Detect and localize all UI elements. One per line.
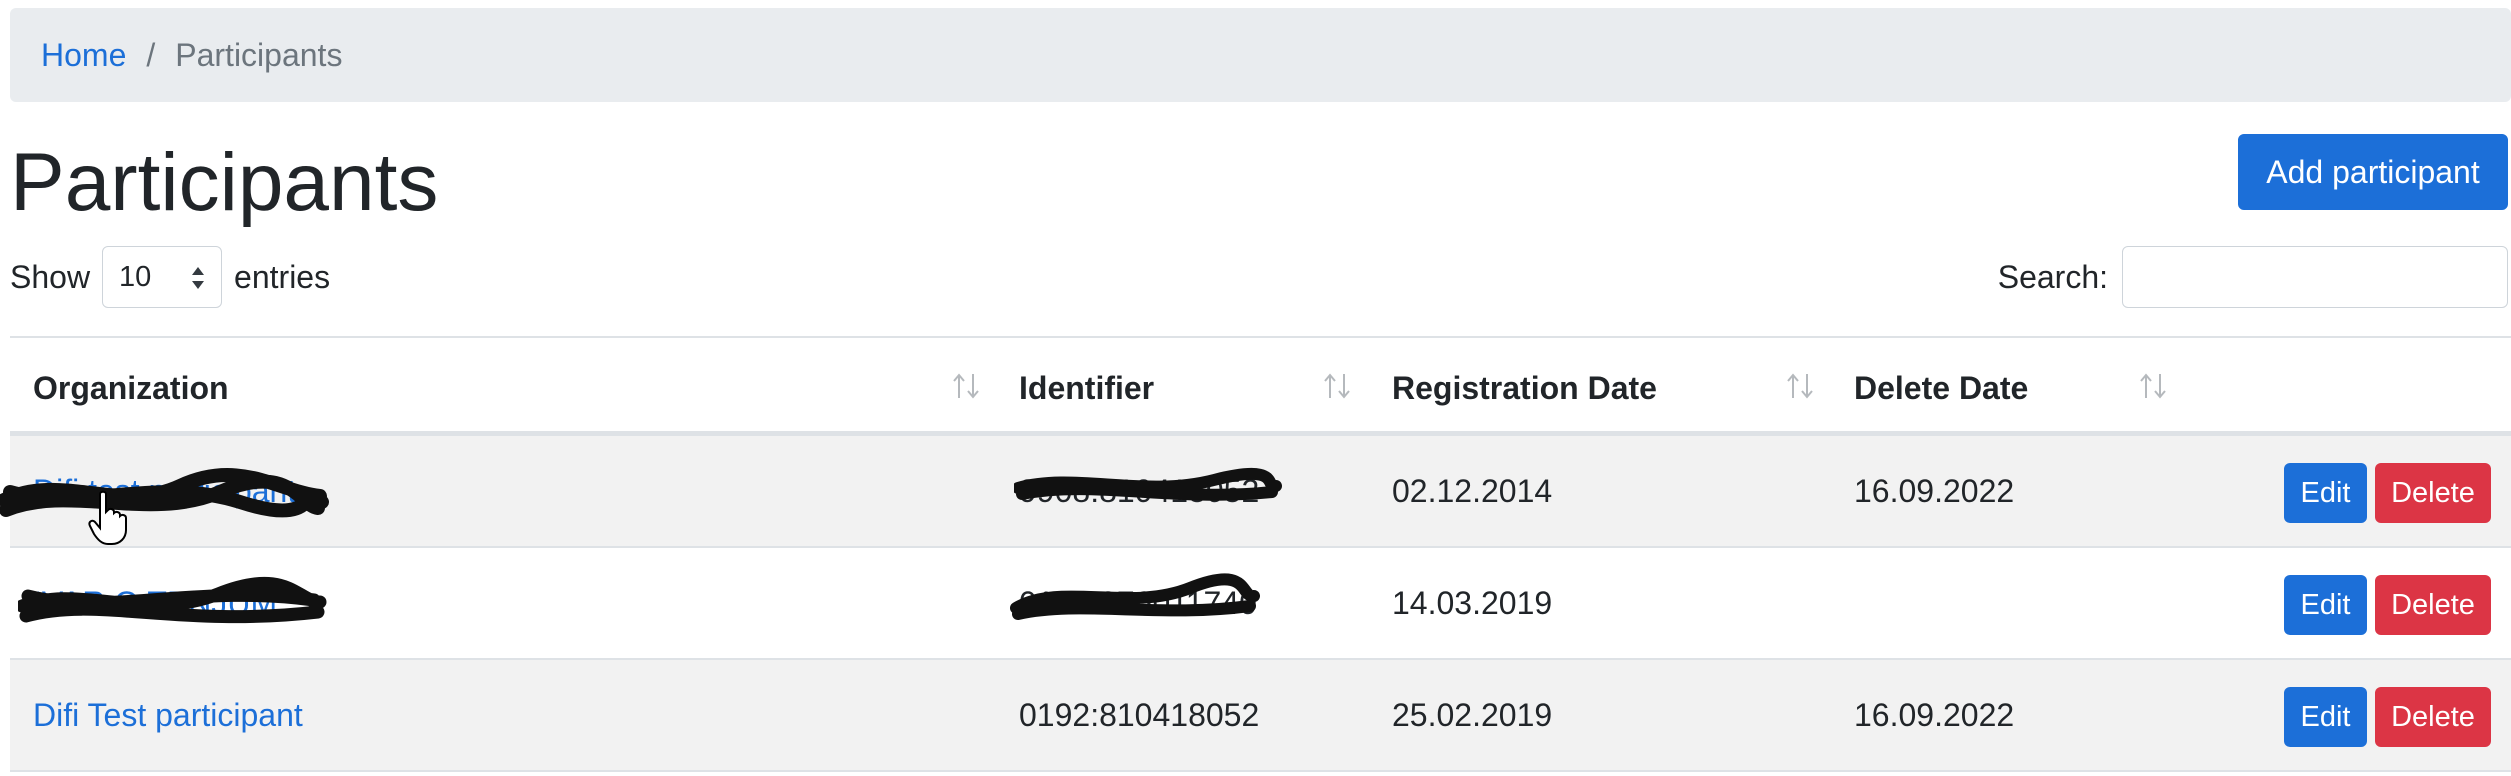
header-identifier[interactable]: Identifier bbox=[1019, 338, 1154, 438]
delete-button[interactable]: Delete bbox=[2375, 463, 2491, 523]
add-participant-button[interactable]: Add participant bbox=[2238, 134, 2508, 210]
registration-date-cell: 25.02.2019 bbox=[1392, 696, 1553, 733]
sort-both-icon[interactable] bbox=[1322, 372, 1352, 400]
header-delete-date[interactable]: Delete Date bbox=[1854, 338, 2028, 438]
registration-date-cell: 14.03.2019 bbox=[1392, 584, 1553, 621]
select-arrows-icon bbox=[192, 267, 205, 289]
table-row: Difi test participant 9908:810418052 02.… bbox=[10, 436, 2511, 548]
entries-select-value: 10 bbox=[119, 260, 152, 293]
organization-cell: Difi Test participant bbox=[33, 660, 303, 770]
sort-both-icon[interactable] bbox=[951, 372, 981, 400]
identifier-cell: 9908:810418052 bbox=[1019, 472, 1260, 509]
edit-button[interactable]: Edit bbox=[2284, 687, 2367, 747]
entries-label: entries bbox=[234, 258, 331, 295]
delete-date-cell: 16.09.2022 bbox=[1854, 472, 2015, 509]
show-label: Show bbox=[10, 258, 91, 295]
registration-date-cell: 02.12.2014 bbox=[1392, 472, 1553, 509]
table-row: IVAR O TENJUM 0192:976011740 14.03.2019 … bbox=[10, 548, 2511, 660]
identifier-cell: 0192:810418052 bbox=[1019, 696, 1260, 733]
organization-link[interactable]: IVAR O TENJUM bbox=[33, 585, 277, 622]
organization-cell: IVAR O TENJUM bbox=[33, 548, 277, 658]
edit-button[interactable]: Edit bbox=[2284, 575, 2367, 635]
edit-button[interactable]: Edit bbox=[2284, 463, 2367, 523]
entries-length-control: Show 10 entries bbox=[10, 246, 330, 308]
delete-date-cell: 16.09.2022 bbox=[1854, 696, 2015, 733]
table-header: Organization Identifier Registration Dat… bbox=[10, 336, 2511, 436]
header-registration-date[interactable]: Registration Date bbox=[1392, 338, 1657, 438]
page-title: Participants bbox=[10, 137, 439, 228]
sort-both-icon[interactable] bbox=[2138, 372, 2168, 400]
search-label: Search: bbox=[1997, 258, 2108, 295]
organization-cell: Difi test participant bbox=[33, 436, 296, 546]
header-organization[interactable]: Organization bbox=[33, 338, 229, 438]
breadcrumb-current: Participants bbox=[175, 36, 343, 73]
delete-button[interactable]: Delete bbox=[2375, 575, 2491, 635]
organization-link[interactable]: Difi test participant bbox=[33, 473, 296, 510]
search-control: Search: bbox=[1998, 246, 2508, 308]
entries-select[interactable]: 10 bbox=[102, 246, 223, 308]
search-input[interactable] bbox=[2122, 246, 2508, 308]
hand-pointer-icon bbox=[88, 490, 127, 545]
delete-button[interactable]: Delete bbox=[2375, 687, 2491, 747]
table-row: Difi Test participant 0192:810418052 25.… bbox=[10, 660, 2511, 772]
identifier-cell: 0192:976011740 bbox=[1019, 584, 1257, 621]
breadcrumb: Home / Participants bbox=[10, 8, 2511, 102]
breadcrumb-home-link[interactable]: Home bbox=[41, 37, 126, 74]
sort-both-icon[interactable] bbox=[1785, 372, 1815, 400]
breadcrumb-separator: / bbox=[146, 36, 156, 73]
organization-link[interactable]: Difi Test participant bbox=[33, 697, 303, 734]
